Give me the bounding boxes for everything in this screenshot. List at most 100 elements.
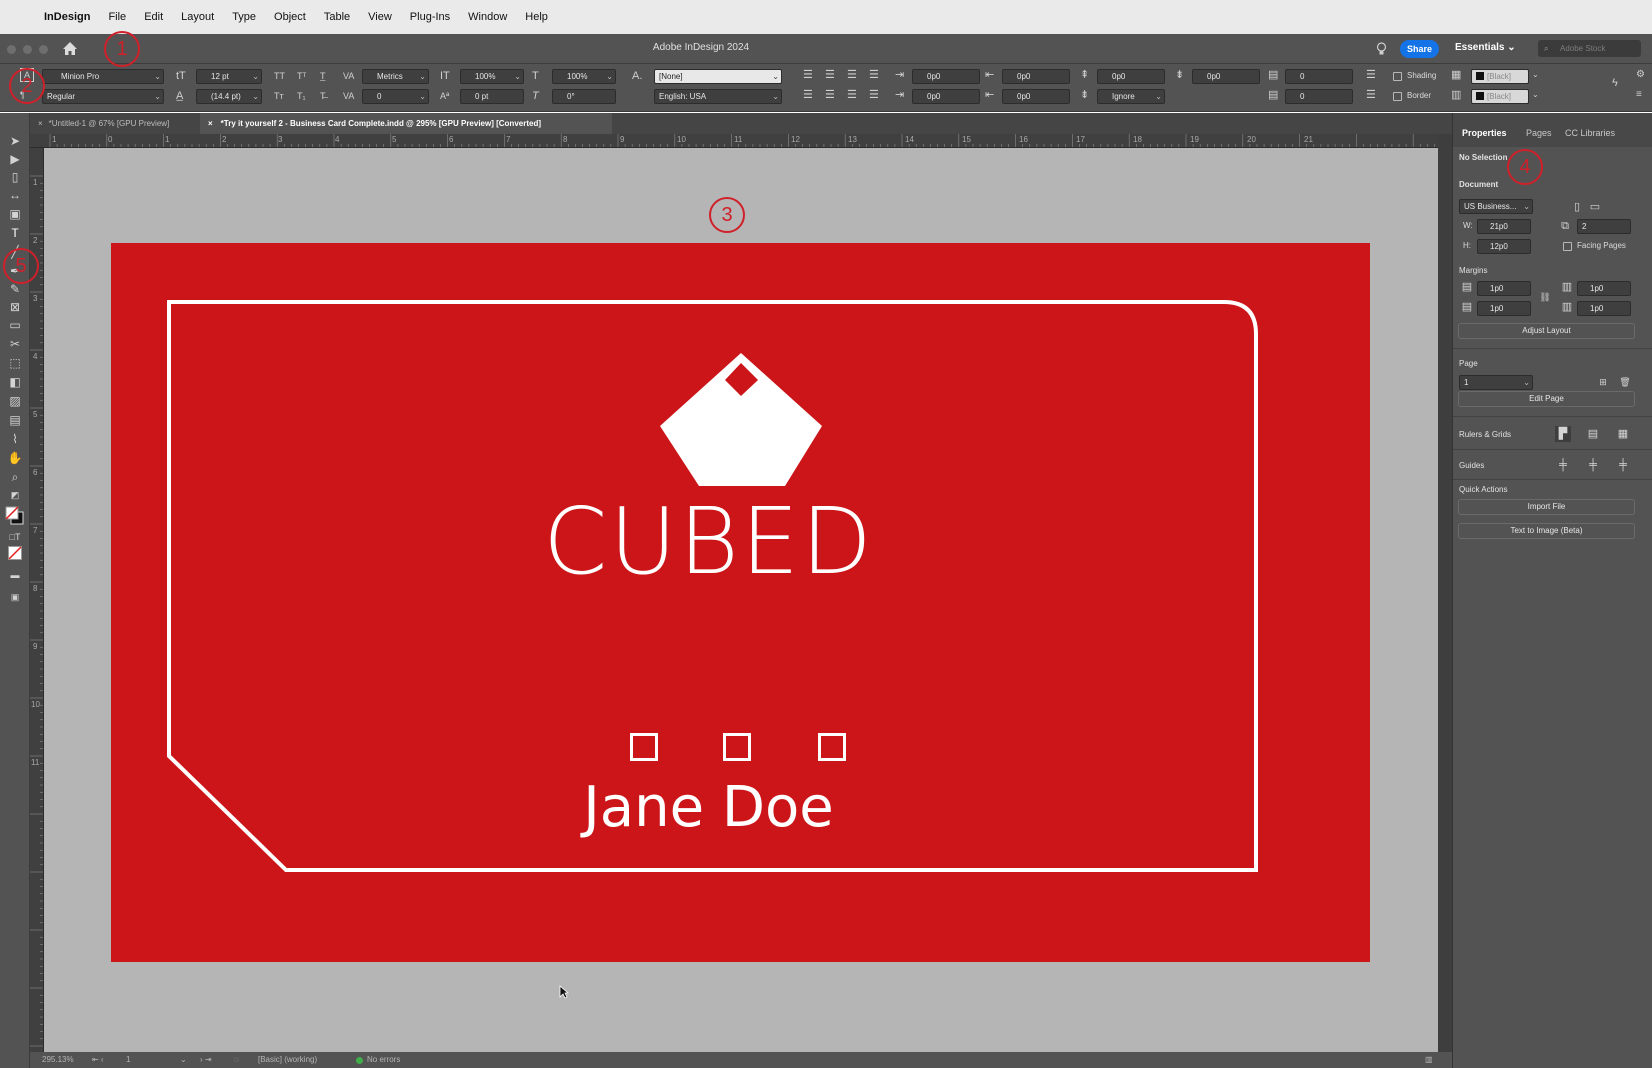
zoom-level[interactable]: 295.13% bbox=[42, 1052, 74, 1068]
free-transform-tool-icon[interactable]: ⬚ bbox=[7, 355, 23, 371]
trash-icon[interactable]: 🗑 bbox=[1617, 374, 1633, 390]
align-towards-spine-icon[interactable]: ☰ bbox=[869, 68, 879, 82]
tab-cc-libraries[interactable]: CC Libraries bbox=[1565, 128, 1615, 138]
strikethrough-icon[interactable]: T̶ bbox=[320, 89, 326, 103]
baseline-grid-icon[interactable]: ▤ bbox=[1585, 426, 1601, 442]
last-line-indent-field[interactable]: 0p0 bbox=[1002, 89, 1070, 104]
text-to-image-button[interactable]: Text to Image (Beta) bbox=[1458, 523, 1635, 539]
scissors-tool-icon[interactable]: ✂ bbox=[7, 336, 23, 352]
card-square-1[interactable] bbox=[630, 733, 658, 761]
direct-selection-tool-icon[interactable]: ▶ bbox=[7, 151, 23, 167]
page-select[interactable]: 1 ⌄ bbox=[1459, 375, 1533, 390]
rulers-icon[interactable]: ▛ bbox=[1555, 426, 1571, 442]
tab-pages[interactable]: Pages bbox=[1526, 128, 1552, 138]
grid-align-icon[interactable]: ▦ bbox=[1451, 68, 1461, 82]
border-checkbox[interactable] bbox=[1393, 92, 1402, 101]
font-size-field[interactable]: 12 pt ⌄ bbox=[196, 69, 262, 84]
columns-icon[interactable]: ▥ bbox=[1451, 88, 1461, 102]
leading-field[interactable]: (14.4 pt) ⌄ bbox=[196, 89, 262, 104]
align-center-icon[interactable]: ☰ bbox=[825, 68, 835, 82]
zoom-tool-icon[interactable]: ⌕ bbox=[7, 469, 23, 485]
presentation-mode-icon[interactable]: ▣ bbox=[7, 589, 23, 605]
import-file-button[interactable]: Import File bbox=[1458, 499, 1635, 515]
subscript-icon[interactable]: T₁ bbox=[297, 89, 306, 103]
gradient-swatch-tool-icon[interactable]: ◧ bbox=[7, 374, 23, 390]
chevron-down-icon[interactable]: ⌄ bbox=[1532, 88, 1539, 102]
portrait-orientation-icon[interactable]: ▯ bbox=[1569, 199, 1585, 215]
superscript-icon[interactable]: Tᵀ bbox=[297, 69, 306, 83]
bullet-list-icon[interactable]: ☰ bbox=[1366, 68, 1376, 82]
lightning-icon[interactable]: ϟ bbox=[1612, 76, 1618, 90]
menu-layout[interactable]: Layout bbox=[181, 11, 214, 23]
split-view-icon[interactable]: ▥ bbox=[1425, 1052, 1433, 1068]
menu-table[interactable]: Table bbox=[324, 11, 350, 23]
menu-edit[interactable]: Edit bbox=[144, 11, 163, 23]
drop-cap-lines-field[interactable]: 0 bbox=[1285, 69, 1353, 84]
justify-right-icon[interactable]: ☰ bbox=[847, 88, 857, 102]
align-right-icon[interactable]: ☰ bbox=[847, 68, 857, 82]
vertical-scale-field[interactable]: 100% ⌄ bbox=[460, 69, 524, 84]
menu-view[interactable]: View bbox=[368, 11, 392, 23]
space-after-field[interactable]: 0p0 bbox=[1192, 69, 1260, 84]
preflight-profile[interactable]: [Basic] (working) bbox=[258, 1052, 317, 1068]
share-button[interactable]: Share bbox=[1400, 40, 1439, 58]
facing-pages-checkbox[interactable] bbox=[1563, 242, 1572, 251]
lightbulb-icon[interactable] bbox=[1376, 42, 1387, 56]
apply-none-icon[interactable] bbox=[8, 546, 22, 560]
adobe-stock-search[interactable]: ⌕ Adobe Stock bbox=[1538, 40, 1641, 57]
menu-file[interactable]: File bbox=[108, 11, 126, 23]
kerning-field[interactable]: Metrics ⌄ bbox=[362, 69, 429, 84]
workspace-switcher[interactable]: Essentials ⌄ bbox=[1455, 42, 1516, 53]
content-collector-tool-icon[interactable]: ▣ bbox=[7, 206, 23, 222]
brand-wordmark[interactable]: CUBED bbox=[511, 487, 906, 597]
border-swatch-field[interactable]: [Black] bbox=[1471, 89, 1529, 104]
screen-mode-icon[interactable]: ▬ bbox=[7, 567, 23, 583]
document-preset-select[interactable]: US Business... ⌄ bbox=[1459, 199, 1533, 214]
card-square-3[interactable] bbox=[818, 733, 846, 761]
close-icon[interactable]: × bbox=[208, 119, 213, 128]
page-number-field[interactable]: 1 bbox=[126, 1052, 130, 1068]
menu-window[interactable]: Window bbox=[468, 11, 507, 23]
menu-help[interactable]: Help bbox=[525, 11, 548, 23]
adjust-layout-button[interactable]: Adjust Layout bbox=[1458, 323, 1635, 339]
cube-logo-icon[interactable] bbox=[659, 351, 823, 489]
gap-tool-icon[interactable]: ↔ bbox=[7, 187, 23, 203]
eyedropper-tool-icon[interactable]: ⌇ bbox=[7, 431, 23, 447]
vertical-scrollbar[interactable] bbox=[1438, 134, 1452, 1052]
selection-tool-icon[interactable]: ➤ bbox=[7, 133, 23, 149]
close-icon[interactable]: × bbox=[38, 119, 43, 128]
menu-type[interactable]: Type bbox=[232, 11, 256, 23]
landscape-orientation-icon[interactable]: ▭ bbox=[1587, 199, 1603, 215]
default-colors-icon[interactable]: ◩ bbox=[7, 487, 23, 503]
card-name[interactable]: Jane Doe bbox=[551, 773, 866, 843]
fill-stroke-icon[interactable] bbox=[4, 505, 26, 527]
note-tool-icon[interactable]: ▤ bbox=[7, 412, 23, 428]
rectangle-tool-icon[interactable]: ▭ bbox=[7, 317, 23, 333]
left-indent-field[interactable]: 0p0 bbox=[912, 69, 980, 84]
type-tool-icon[interactable]: T bbox=[7, 225, 23, 241]
last-page-icon[interactable]: › ⇥ bbox=[200, 1052, 212, 1068]
hand-tool-icon[interactable]: ✋ bbox=[7, 450, 23, 466]
document-height-field[interactable]: 12p0 bbox=[1477, 239, 1531, 254]
preflight-errors[interactable]: No errors bbox=[367, 1052, 400, 1068]
rectangle-frame-tool-icon[interactable]: ⊠ bbox=[7, 299, 23, 315]
justify-center-icon[interactable]: ☰ bbox=[825, 88, 835, 102]
margin-left-field[interactable]: 1p0 bbox=[1577, 281, 1631, 296]
shading-checkbox[interactable] bbox=[1393, 72, 1402, 81]
small-caps-icon[interactable]: Tт bbox=[274, 89, 284, 103]
first-line-indent-field[interactable]: 0p0 bbox=[912, 89, 980, 104]
tab-properties[interactable]: Properties bbox=[1462, 128, 1507, 138]
right-indent-field[interactable]: 0p0 bbox=[1002, 69, 1070, 84]
pages-count-field[interactable]: 2 bbox=[1577, 219, 1631, 234]
gradient-feather-tool-icon[interactable]: ▨ bbox=[7, 393, 23, 409]
link-margins-icon[interactable]: ⛓ bbox=[1537, 289, 1553, 305]
lock-guides-icon[interactable]: ╪ bbox=[1585, 457, 1601, 473]
horizontal-scale-field[interactable]: 100% ⌄ bbox=[552, 69, 616, 84]
open-page-icon[interactable]: ◌ bbox=[234, 1052, 239, 1068]
chevron-down-icon[interactable]: ⌄ bbox=[180, 1052, 187, 1068]
document-width-field[interactable]: 21p0 bbox=[1477, 219, 1531, 234]
pasteboard[interactable]: CUBED Jane Doe bbox=[44, 148, 1438, 1052]
baseline-shift-field[interactable]: 0 pt bbox=[460, 89, 524, 104]
guides-icon[interactable]: ╪ bbox=[1555, 457, 1571, 473]
justify-left-icon[interactable]: ☰ bbox=[803, 88, 813, 102]
